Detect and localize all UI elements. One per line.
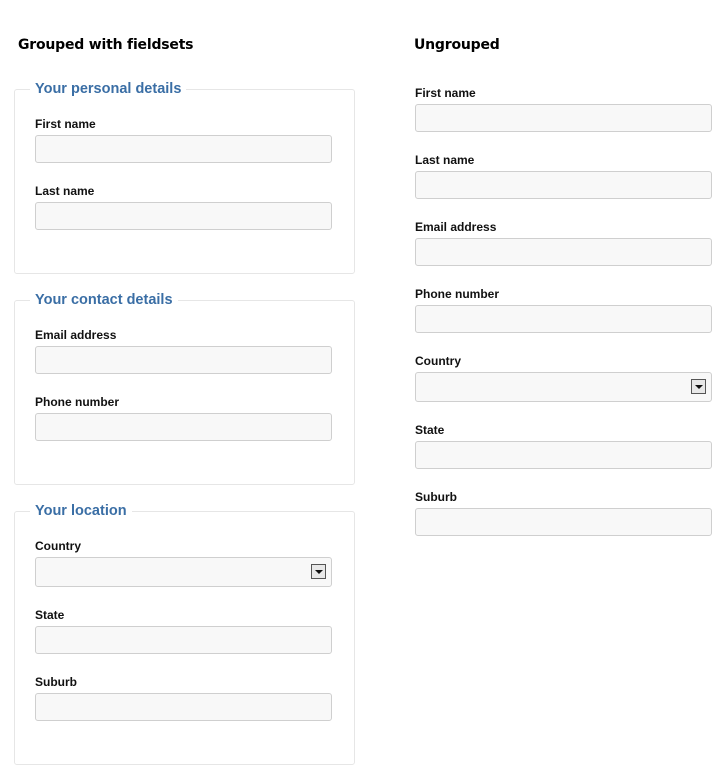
fieldset-legend-personal: Your personal details: [35, 81, 182, 97]
grouped-state-input[interactable]: [35, 626, 332, 654]
chevron-down-icon[interactable]: [311, 564, 326, 579]
ungrouped-first-name-field: First name: [415, 86, 712, 132]
form-comparison-page: Grouped with fieldsets Your personal det…: [0, 0, 728, 780]
fieldset-legend-location: Your location: [35, 503, 127, 519]
ungrouped-column-title: Ungrouped: [414, 37, 500, 53]
last-name-label: Last name: [415, 153, 475, 167]
grouped-first-name-field: First name: [35, 117, 332, 163]
email-label: Email address: [415, 220, 497, 234]
fieldset-personal-details: Your personal details First name Last na…: [14, 81, 355, 274]
suburb-label: Suburb: [415, 490, 457, 504]
country-label: Country: [415, 354, 461, 368]
state-label: State: [415, 423, 445, 437]
ungrouped-suburb-field: Suburb: [415, 490, 712, 536]
first-name-label: First name: [415, 86, 476, 100]
ungrouped-state-field: State: [415, 423, 712, 469]
ungrouped-country-select[interactable]: [415, 372, 712, 402]
grouped-country-field: Country: [35, 539, 332, 587]
ungrouped-last-name-input[interactable]: [415, 171, 712, 199]
grouped-last-name-field: Last name: [35, 184, 332, 230]
state-label: State: [35, 608, 65, 622]
grouped-email-field: Email address: [35, 328, 332, 374]
ungrouped-phone-field: Phone number: [415, 287, 712, 333]
first-name-label: First name: [35, 117, 96, 131]
grouped-phone-field: Phone number: [35, 395, 332, 441]
ungrouped-email-input[interactable]: [415, 238, 712, 266]
phone-label: Phone number: [35, 395, 120, 409]
email-label: Email address: [35, 328, 117, 342]
grouped-first-name-input[interactable]: [35, 135, 332, 163]
ungrouped-state-input[interactable]: [415, 441, 712, 469]
grouped-email-input[interactable]: [35, 346, 332, 374]
phone-label: Phone number: [415, 287, 500, 301]
grouped-country-select[interactable]: [35, 557, 332, 587]
suburb-label: Suburb: [35, 675, 77, 689]
grouped-column-title: Grouped with fieldsets: [18, 37, 194, 53]
fieldset-legend-contact: Your contact details: [35, 292, 173, 308]
grouped-phone-input[interactable]: [35, 413, 332, 441]
ungrouped-phone-input[interactable]: [415, 305, 712, 333]
ungrouped-suburb-input[interactable]: [415, 508, 712, 536]
fieldset-location: Your location Country State Suburb: [14, 503, 355, 765]
ungrouped-email-field: Email address: [415, 220, 712, 266]
grouped-last-name-input[interactable]: [35, 202, 332, 230]
ungrouped-country-field: Country: [415, 354, 712, 402]
grouped-suburb-field: Suburb: [35, 675, 332, 721]
ungrouped-last-name-field: Last name: [415, 153, 712, 199]
last-name-label: Last name: [35, 184, 95, 198]
country-label: Country: [35, 539, 81, 553]
fieldset-contact-details: Your contact details Email address Phone…: [14, 292, 355, 485]
chevron-down-icon[interactable]: [691, 379, 706, 394]
grouped-suburb-input[interactable]: [35, 693, 332, 721]
grouped-state-field: State: [35, 608, 332, 654]
ungrouped-first-name-input[interactable]: [415, 104, 712, 132]
